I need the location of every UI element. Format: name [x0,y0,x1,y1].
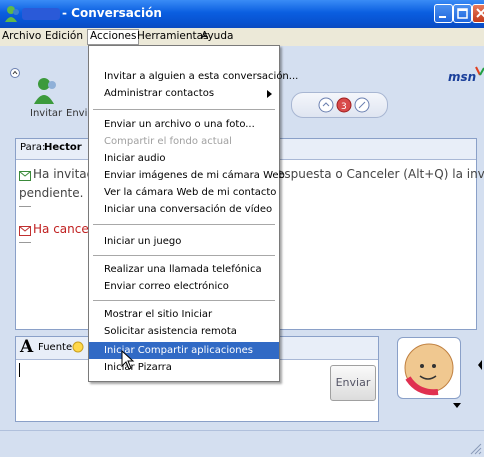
menu-separator [93,109,275,110]
resize-grip-icon[interactable] [470,443,482,455]
menu-bar: Archivo Edición Acciones Herramientas Ay… [0,28,484,46]
menu-item-whiteboard[interactable]: Iniciar Pizarra [89,359,279,376]
side-collapse-icon[interactable] [476,350,484,380]
menu-item-label: Iniciar Pizarra [104,362,172,373]
menu-item-label: Iniciar un juego [104,236,182,247]
status-bar [0,430,484,457]
menu-item-label: Compartir el fondo actual [104,136,232,147]
emoticon-icon[interactable] [72,341,84,353]
msn-logo: msn [448,70,477,84]
menu-separator [93,224,275,225]
menu-item-label: Ver la cámara Web de mi contacto [104,187,277,198]
invite-label[interactable]: Invitar [30,108,62,119]
maximize-button[interactable] [453,4,472,23]
menu-item-label: Iniciar audio [104,153,166,164]
minimize-icon [439,16,446,18]
menu-item-phone-call[interactable]: Realizar una llamada telefónica [89,261,279,278]
invite-sent-message-tail: espuesta o Canceler (Alt+Q) la invitació… [277,167,484,181]
menu-item-label: Solicitar asistencia remota [104,326,237,337]
acciones-dropdown-menu: Invitar a alguien a esta conversación...… [88,45,298,382]
nudge-icon[interactable]: 3 [336,97,352,113]
menu-item-label: Enviar un archivo o una foto... [104,119,255,130]
minimize-button[interactable] [434,4,453,23]
wink-icon[interactable] [318,97,334,113]
window-title: - Conversación [62,6,162,20]
close-icon [476,8,484,18]
font-icon[interactable]: A [20,337,33,357]
menu-edicion[interactable]: Edición [45,30,83,42]
message-divider [19,206,31,207]
collapse-arrow-icon[interactable] [10,68,20,78]
menu-archivo[interactable]: Archivo [2,30,41,42]
messenger-buddy-icon [5,6,19,22]
display-picture-icon [404,343,454,396]
menu-item-send-webcam[interactable]: Enviar imágenes de mi cámara Web [89,167,285,184]
recipient-name: Hector [44,142,82,153]
invite-cancelled-message: Ha cance [33,222,89,236]
menu-item-label: Administrar contactos [104,88,215,99]
menu-item-label: Realizar una llamada telefónica [104,264,262,275]
menu-item-view-webcam[interactable]: Ver la cámara Web de mi contacto [89,184,279,201]
mouse-pointer-icon [121,350,135,370]
message-divider [19,242,31,243]
menu-item-send-file[interactable]: Enviar un archivo o una foto... [89,116,279,133]
menu-item-label: Invitar a alguien a esta conversación... [104,71,299,82]
contact-name-redacted [22,8,60,20]
menu-item-send-email[interactable]: Enviar correo electrónico [89,278,279,295]
menu-item-start-game[interactable]: Iniciar un juego [89,233,279,250]
conversation-window: - Conversación Archivo Edición Acciones … [0,0,484,457]
svg-text:3: 3 [341,102,347,112]
title-bar[interactable]: - Conversación [0,0,484,28]
maximize-icon [457,8,468,19]
menu-separator [93,300,275,301]
invite-contact-icon[interactable] [32,76,62,106]
menu-item-label: Mostrar el sitio Iniciar [104,309,213,320]
send-button[interactable]: Enviar [330,365,376,401]
background-icon[interactable] [354,97,370,113]
menu-item-start-audio[interactable]: Iniciar audio [89,150,279,167]
own-display-picture[interactable] [397,337,461,399]
text-cursor [19,363,20,377]
menu-item-share-background: Compartir el fondo actual [89,133,279,150]
to-label: Para: [20,142,46,153]
menu-item-invite[interactable]: Invitar a alguien a esta conversación... [89,68,298,85]
menu-item-label: Enviar correo electrónico [104,281,229,292]
invite-sent-message: Ha invitad [33,167,95,181]
menu-acciones[interactable]: Acciones [87,29,140,45]
msn-butterfly-icon [475,66,484,76]
menu-item-remote-assistance[interactable]: Solicitar asistencia remota [89,323,279,340]
menu-ayuda[interactable]: Ayuda [201,30,233,42]
menu-herramientas[interactable]: Herramientas [137,30,209,42]
menu-item-share-applications[interactable]: Iniciar Compartir aplicaciones [89,342,279,359]
invite-pending-text: pendiente. [19,186,84,200]
menu-item-manage-contacts[interactable]: Administrar contactos [89,85,279,102]
menu-item-label: Iniciar una conversación de vídeo [104,204,273,215]
menu-separator [93,255,275,256]
cancelled-envelope-icon [19,226,31,236]
font-button[interactable]: Fuente [38,342,72,353]
emoticon-strip: 3 [291,92,388,118]
submenu-arrow-icon [267,90,272,98]
dropdown-arrow-icon[interactable] [452,402,462,410]
close-button[interactable] [472,4,484,23]
menu-item-show-start-site[interactable]: Mostrar el sitio Iniciar [89,306,279,323]
send-files-label[interactable]: Envi [66,108,87,119]
envelope-icon [19,171,31,181]
menu-item-label: Enviar imágenes de mi cámara Web [104,170,285,181]
menu-item-video-conversation[interactable]: Iniciar una conversación de vídeo [89,201,279,218]
